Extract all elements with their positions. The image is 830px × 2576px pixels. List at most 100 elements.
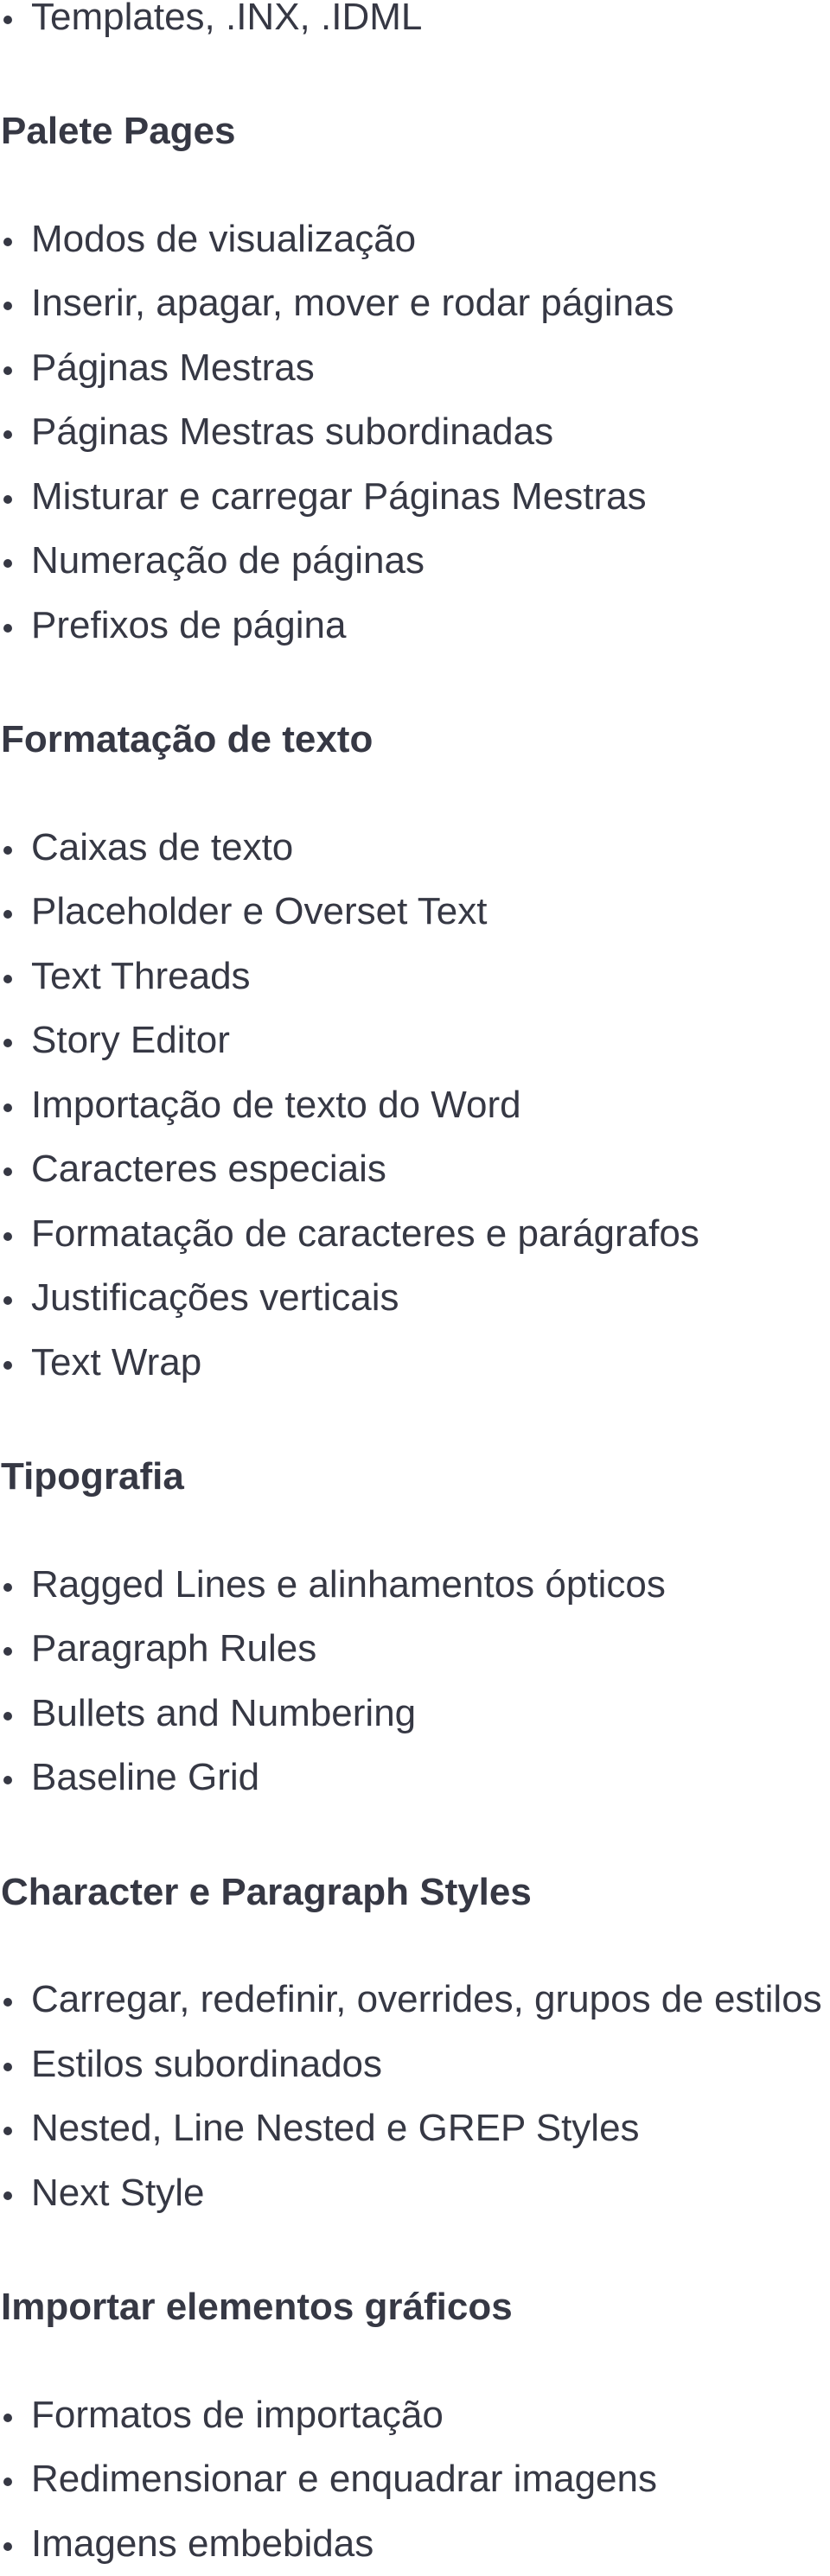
bullet-icon — [3, 430, 12, 439]
list-item: Numeração de páginas — [0, 529, 830, 594]
list-item-label: Páginas Mestras subordinadas — [31, 410, 553, 453]
topic-list: Carregar, redefinir, overrides, grupos d… — [0, 1968, 830, 2225]
section-heading: Formatação de texto — [0, 708, 830, 773]
list-item: Templates, .INX, .IDML — [0, 0, 830, 49]
list-item: Imagens embebidas — [0, 2512, 830, 2576]
bullet-icon — [3, 366, 12, 375]
bullet-icon — [3, 2414, 12, 2422]
list-item: Págjnas Mestras — [0, 336, 830, 401]
topic-list: Ragged Lines e alinhamentos ópticos Para… — [0, 1553, 830, 1810]
list-item-label: Nested, Line Nested e GREP Styles — [31, 2107, 640, 2149]
bullet-icon — [3, 1583, 12, 1592]
bullet-icon — [3, 975, 12, 983]
list-item: Inserir, apagar, mover e rodar páginas — [0, 271, 830, 336]
list-item-label: Paragraph Rules — [31, 1627, 316, 1670]
list-item-label: Págjnas Mestras — [31, 347, 315, 389]
list-item: Caixas de texto — [0, 816, 830, 881]
bullet-icon — [3, 624, 12, 633]
list-item-label: Caixas de texto — [31, 826, 293, 868]
section-character-paragraph-styles: Character e Paragraph Styles Carregar, r… — [0, 1860, 830, 2226]
list-item-label: Formatação de caracteres e parágrafos — [31, 1212, 699, 1255]
bullet-icon — [3, 1232, 12, 1241]
list-item: Carregar, redefinir, overrides, grupos d… — [0, 1968, 830, 2032]
bullet-icon — [3, 1776, 12, 1784]
list-item: Placeholder e Overset Text — [0, 880, 830, 945]
list-item: Ragged Lines e alinhamentos ópticos — [0, 1553, 830, 1618]
list-item-label: Prefixos de página — [31, 604, 346, 646]
section-palete-pages: Palete Pages Modos de visualização Inser… — [0, 99, 830, 658]
list-item: Formatação de caracteres e parágrafos — [0, 1202, 830, 1267]
bullet-icon — [3, 1104, 12, 1112]
bullet-icon — [3, 1998, 12, 2007]
list-item: Justificações verticais — [0, 1266, 830, 1331]
section-heading: Tipografia — [0, 1445, 830, 1510]
list-item: Bullets and Numbering — [0, 1682, 830, 1746]
bullet-icon — [3, 1039, 12, 1047]
section-formatacao-de-texto: Formatação de texto Caixas de texto Plac… — [0, 708, 830, 1395]
bullet-icon — [3, 846, 12, 855]
list-item-label: Templates, .INX, .IDML — [31, 0, 422, 38]
bullet-icon — [3, 2477, 12, 2486]
list-item: Paragraph Rules — [0, 1617, 830, 1682]
section-heading: Palete Pages — [0, 99, 830, 164]
list-item: Misturar e carregar Páginas Mestras — [0, 465, 830, 530]
bullet-icon — [3, 910, 12, 919]
list-item: Caracteres especiais — [0, 1137, 830, 1202]
list-item: Prefixos de página — [0, 594, 830, 658]
list-item-label: Numeração de páginas — [31, 539, 425, 582]
section-heading: Character e Paragraph Styles — [0, 1860, 830, 1925]
bullet-icon — [3, 2542, 12, 2551]
bullet-icon — [3, 1361, 12, 1370]
section-heading: Importar elementos gráficos — [0, 2275, 830, 2340]
list-item: Text Wrap — [0, 1331, 830, 1396]
list-item-label: Caracteres especiais — [31, 1148, 386, 1190]
list-item: Text Threads — [0, 945, 830, 1009]
list-item-label: Redimensionar e enquadrar imagens — [31, 2458, 657, 2500]
list-item-label: Importação de texto do Word — [31, 1084, 521, 1126]
list-item-label: Ragged Lines e alinhamentos ópticos — [31, 1563, 666, 1606]
bullet-icon — [3, 2191, 12, 2200]
bullet-icon — [3, 16, 12, 24]
document-body: Templates, .INX, .IDML Palete Pages Modo… — [0, 0, 830, 2576]
list-item-label: Formatos de importação — [31, 2394, 444, 2436]
bullet-icon — [3, 302, 12, 310]
list-item-label: Bullets and Numbering — [31, 1692, 416, 1734]
list-item: Importação de texto do Word — [0, 1073, 830, 1138]
list-item: Next Style — [0, 2161, 830, 2226]
bullet-icon — [3, 495, 12, 504]
list-item-label: Baseline Grid — [31, 1756, 259, 1798]
section-tipografia: Tipografia Ragged Lines e alinhamentos ó… — [0, 1445, 830, 1810]
list-item-label: Inserir, apagar, mover e rodar páginas — [31, 282, 674, 324]
list-item-label: Text Threads — [31, 955, 251, 997]
list-item-label: Next Style — [31, 2172, 205, 2214]
list-item-label: Misturar e carregar Páginas Mestras — [31, 475, 647, 518]
bullet-icon — [3, 1296, 12, 1305]
bullet-icon — [3, 238, 12, 246]
list-item-label: Story Editor — [31, 1019, 230, 1061]
list-item-label: Placeholder e Overset Text — [31, 890, 487, 932]
list-item: Nested, Line Nested e GREP Styles — [0, 2096, 830, 2161]
list-item-label: Text Wrap — [31, 1341, 201, 1383]
bullet-icon — [3, 1647, 12, 1656]
list-item-label: Imagens embebidas — [31, 2522, 374, 2565]
list-item-label: Justificações verticais — [31, 1276, 399, 1319]
list-item: Formatos de importação — [0, 2383, 830, 2448]
list-item: Story Editor — [0, 1008, 830, 1073]
list-item: Estilos subordinados — [0, 2032, 830, 2097]
bullet-icon — [3, 2063, 12, 2071]
list-item: Modos de visualização — [0, 207, 830, 272]
bullet-icon — [3, 1712, 12, 1721]
list-item-label: Estilos subordinados — [31, 2043, 382, 2085]
bullet-icon — [3, 559, 12, 568]
bullet-icon — [3, 2127, 12, 2135]
list-item-label: Modos de visualização — [31, 218, 416, 260]
topic-list: Formatos de importação Redimensionar e e… — [0, 2383, 830, 2576]
list-item: Páginas Mestras subordinadas — [0, 400, 830, 465]
list-item: Redimensionar e enquadrar imagens — [0, 2447, 830, 2512]
intro-list: Templates, .INX, .IDML — [0, 0, 830, 49]
list-item-label: Carregar, redefinir, overrides, grupos d… — [31, 1978, 822, 2020]
list-item: Baseline Grid — [0, 1746, 830, 1810]
topic-list: Modos de visualização Inserir, apagar, m… — [0, 207, 830, 658]
bullet-icon — [3, 1167, 12, 1176]
section-importar-elementos-graficos: Importar elementos gráficos Formatos de … — [0, 2275, 830, 2576]
